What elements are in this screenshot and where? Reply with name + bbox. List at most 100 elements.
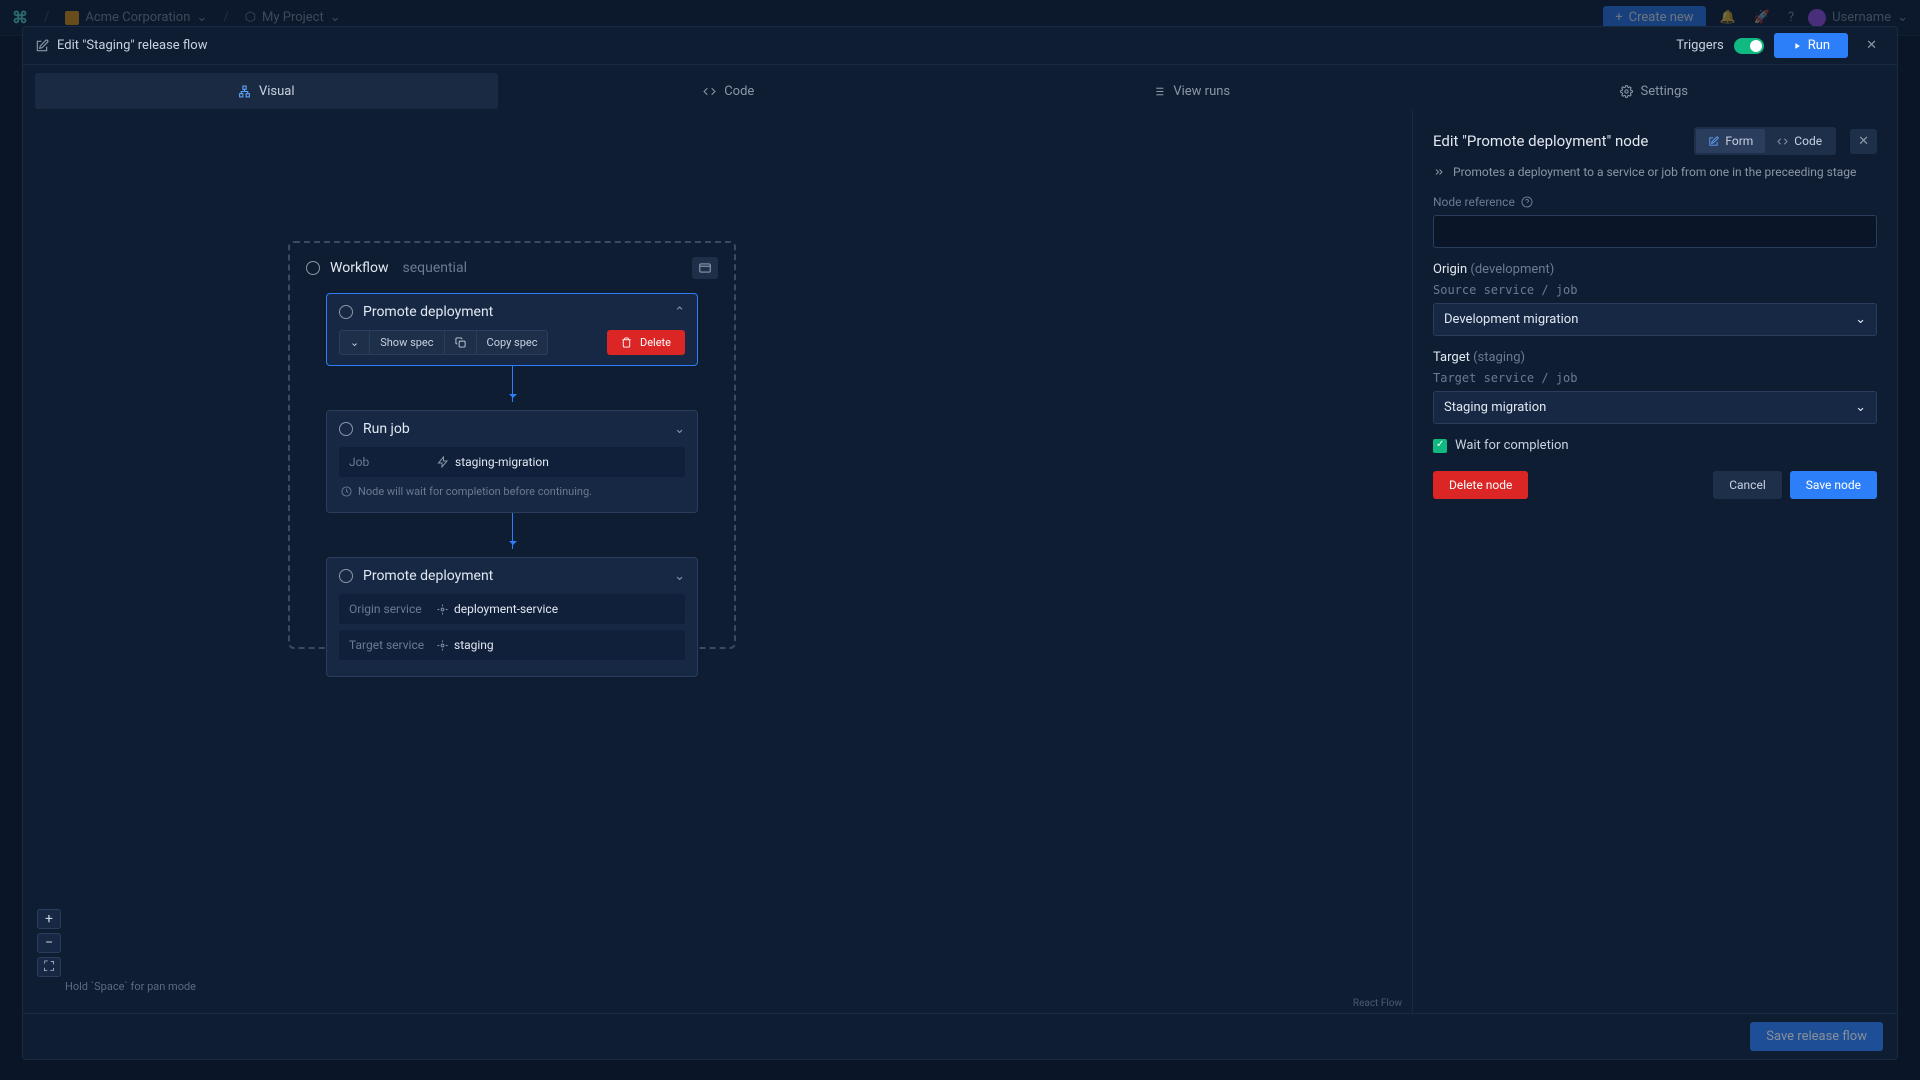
triggers-label: Triggers (1676, 38, 1723, 53)
workflow-mode: sequential (403, 260, 467, 276)
show-spec-button[interactable]: Show spec (370, 330, 444, 355)
modal-footer: Save release flow (23, 1013, 1897, 1059)
node-editor-sidebar: Edit "Promote deployment" node Form Code… (1413, 109, 1897, 1013)
gear-icon (1620, 85, 1633, 98)
view-toggle: Form Code (1694, 127, 1836, 155)
sidebar-close-button[interactable]: ✕ (1850, 129, 1877, 154)
source-label: Source service / job (1433, 283, 1877, 297)
wait-note: Node will wait for completion before con… (339, 483, 685, 502)
zoom-in-button[interactable]: + (37, 909, 61, 929)
workflow-node-promote-2[interactable]: Promote deployment ⌄ Origin service depl… (326, 557, 698, 677)
play-icon (1792, 41, 1802, 51)
code-icon (703, 85, 716, 98)
save-node-button[interactable]: Save node (1790, 471, 1877, 499)
cancel-button[interactable]: Cancel (1713, 471, 1782, 499)
chevron-down-icon: ⌄ (1897, 10, 1908, 25)
chevron-up-icon[interactable]: ⌃ (674, 305, 685, 320)
copy-icon-button[interactable] (445, 330, 477, 355)
node-title: Promote deployment (363, 568, 664, 584)
node-reference-input[interactable] (1433, 215, 1877, 248)
tab-view-runs[interactable]: View runs (960, 73, 1423, 109)
circle-icon (339, 422, 353, 436)
avatar (1808, 9, 1826, 27)
zoom-fit-button[interactable]: ⛶ (37, 957, 61, 977)
target-icon (437, 640, 448, 651)
field-label: Job (349, 455, 427, 469)
wait-checkbox-row[interactable]: Wait for completion (1433, 438, 1877, 453)
wait-checkbox[interactable] (1433, 439, 1447, 453)
release-flow-modal: Edit "Staging" release flow Triggers Run… (22, 26, 1898, 1060)
wait-label: Wait for completion (1455, 438, 1569, 453)
attribution: React Flow (1353, 998, 1402, 1009)
field-value: staging-migration (437, 455, 549, 469)
node-ref-label: Node reference (1433, 195, 1877, 209)
promote-icon (1433, 166, 1445, 178)
chevron-down-icon: ⌄ (350, 336, 359, 349)
save-release-flow-button[interactable]: Save release flow (1750, 1022, 1883, 1051)
pan-hint: Hold `Space` for pan mode (65, 980, 196, 993)
logo: ⌘ (12, 8, 28, 27)
target-section: Target (staging) (1433, 350, 1877, 365)
circle-icon (339, 305, 353, 319)
copy-spec-button[interactable]: Copy spec (477, 330, 549, 355)
zoom-out-button[interactable]: − (37, 933, 61, 953)
workflow-node-run-job[interactable]: Run job ⌄ Job staging-migration (326, 410, 698, 513)
circle-icon (339, 569, 353, 583)
sidebar-description: Promotes a deployment to a service or jo… (1433, 165, 1877, 179)
field-value: deployment-service (437, 602, 558, 616)
tab-code[interactable]: Code (498, 73, 961, 109)
triggers-toggle[interactable] (1734, 38, 1764, 54)
field-label: Origin service (349, 602, 427, 616)
workflow-container: Workflow sequential Promote deployment ⌃ (288, 241, 736, 649)
field-row: Job staging-migration (339, 447, 685, 477)
help-icon[interactable] (1521, 196, 1533, 208)
chevron-down-icon[interactable]: ⌄ (674, 569, 685, 584)
spec-expand-button[interactable]: ⌄ (339, 330, 370, 355)
modal-header: Edit "Staging" release flow Triggers Run… (23, 27, 1897, 65)
run-icon (437, 456, 449, 468)
target-service-select[interactable]: Staging migration ⌄ (1433, 391, 1877, 424)
chevron-down-icon: ⌄ (1855, 400, 1866, 415)
tab-visual[interactable]: Visual (35, 73, 498, 109)
clock-icon (341, 486, 352, 497)
workflow-node-promote-1[interactable]: Promote deployment ⌃ ⌄ Show spec Copy sp… (326, 293, 698, 366)
sidebar-title: Edit "Promote deployment" node (1433, 132, 1686, 150)
field-label: Target service (349, 638, 427, 652)
copy-icon (455, 337, 466, 348)
edit-icon (35, 39, 49, 53)
user-menu[interactable]: Username ⌄ (1808, 9, 1908, 27)
target-label: Target service / job (1433, 371, 1877, 385)
trash-icon (621, 337, 632, 348)
plus-icon: + (1615, 10, 1622, 25)
modal-title: Edit "Staging" release flow (57, 38, 207, 53)
form-view-button[interactable]: Form (1696, 129, 1765, 153)
chevron-down-icon: ⌄ (1855, 312, 1866, 327)
target-icon (437, 604, 448, 615)
field-row: Target service staging (339, 630, 685, 660)
code-view-button[interactable]: Code (1765, 129, 1834, 153)
breadcrumb-org[interactable]: Acme Corporation ⌄ (65, 10, 207, 25)
modal-tabs: Visual Code View runs Settings (35, 73, 1885, 109)
node-title: Promote deployment (363, 304, 664, 320)
connector (512, 513, 513, 549)
sitemap-icon (238, 85, 251, 98)
window-icon (698, 261, 712, 275)
connector (512, 366, 513, 402)
workflow-menu-button[interactable] (692, 257, 718, 279)
breadcrumb-project[interactable]: ⬡ My Project ⌄ (245, 10, 341, 25)
tab-settings[interactable]: Settings (1423, 73, 1886, 109)
edit-icon (1708, 136, 1719, 147)
source-service-select[interactable]: Development migration ⌄ (1433, 303, 1877, 336)
delete-node-button[interactable]: Delete node (1433, 471, 1528, 499)
origin-section: Origin (development) (1433, 262, 1877, 277)
workflow-canvas[interactable]: Workflow sequential Promote deployment ⌃ (23, 109, 1413, 1013)
circle-icon (306, 261, 320, 275)
delete-node-button[interactable]: Delete (607, 330, 685, 355)
field-row: Origin service deployment-service (339, 594, 685, 624)
workflow-title: Workflow (330, 260, 389, 276)
chevron-down-icon[interactable]: ⌄ (674, 422, 685, 437)
run-button[interactable]: Run (1774, 33, 1848, 58)
chevron-down-icon: ⌄ (330, 10, 341, 25)
close-button[interactable]: ✕ (1858, 34, 1885, 57)
cube-icon: ⬡ (245, 10, 256, 25)
